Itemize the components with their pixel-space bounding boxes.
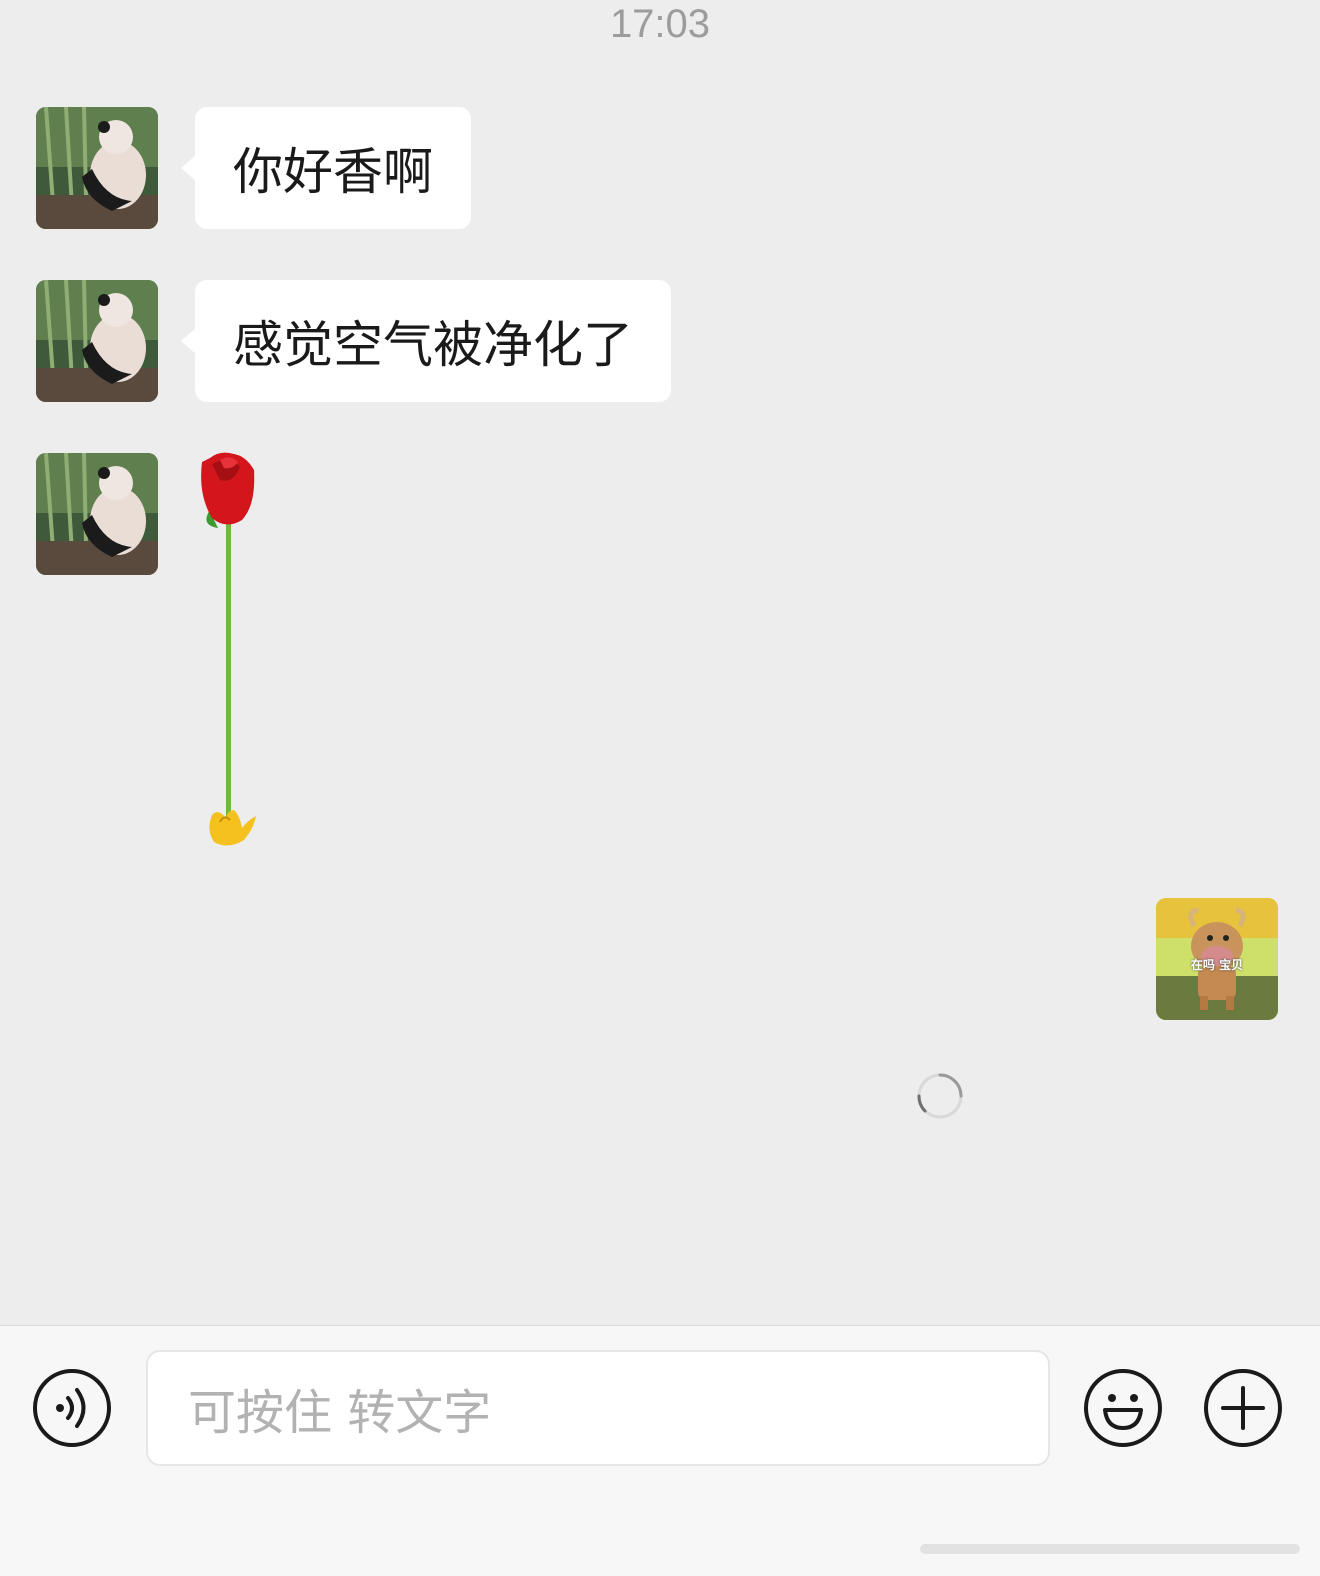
home-indicator bbox=[920, 1544, 1300, 1554]
plus-icon bbox=[1204, 1369, 1282, 1447]
rose-sticker[interactable] bbox=[190, 450, 270, 860]
more-button[interactable] bbox=[1203, 1368, 1283, 1448]
emoji-button[interactable] bbox=[1083, 1368, 1163, 1448]
message-input[interactable]: 可按住 转文字 bbox=[146, 1350, 1050, 1466]
input-bar: 可按住 转文字 bbox=[0, 1325, 1320, 1576]
contact-avatar[interactable] bbox=[36, 107, 158, 229]
voice-button[interactable] bbox=[32, 1368, 112, 1448]
contact-avatar[interactable] bbox=[36, 280, 158, 402]
loading-spinner-icon bbox=[915, 1071, 965, 1121]
message-bubble[interactable]: 感觉空气被净化了 bbox=[181, 280, 671, 402]
contact-avatar[interactable] bbox=[36, 453, 158, 575]
message-timestamp: 17:03 bbox=[609, 2, 711, 46]
emoji-icon bbox=[1084, 1369, 1162, 1447]
message-bubble[interactable]: 你好香啊 bbox=[181, 107, 471, 229]
sticker-caption: 在吗 宝贝 bbox=[1190, 958, 1244, 972]
voice-icon bbox=[33, 1369, 111, 1447]
my-avatar[interactable]: 在吗 宝贝 bbox=[1156, 898, 1278, 1020]
